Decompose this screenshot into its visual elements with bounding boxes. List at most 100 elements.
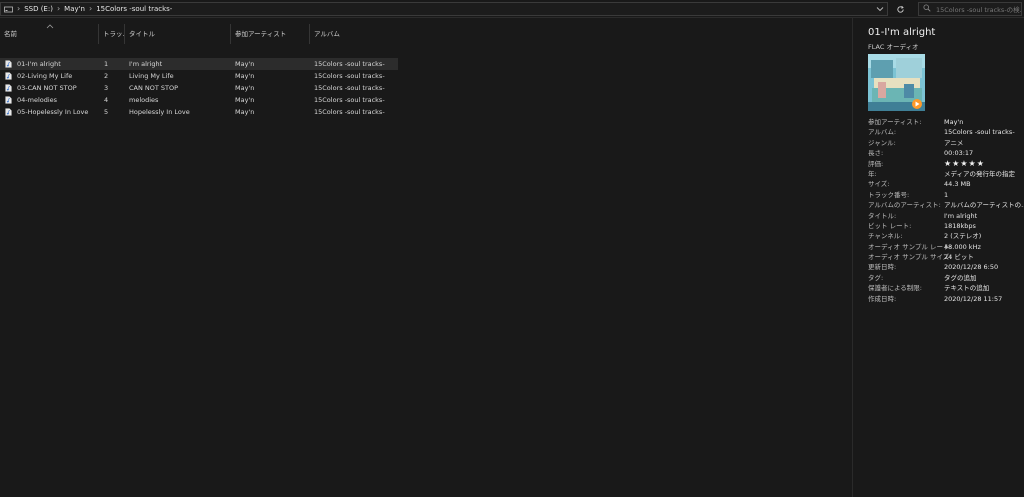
property-label: 評価:	[868, 159, 884, 168]
property-value[interactable]: 44.3 MB	[944, 179, 1024, 189]
details-title: 01-I'm alright	[868, 27, 936, 38]
file-track: 4	[104, 96, 109, 104]
details-file-type: FLAC オーディオ	[868, 43, 919, 51]
property-row: チャンネル: 2 (ステレオ)	[868, 231, 1024, 241]
chevron-right-icon: ›	[56, 4, 61, 13]
property-value[interactable]: 2020/12/28 11:57	[944, 294, 1024, 304]
property-value[interactable]: 2 (ステレオ)	[944, 231, 1024, 241]
file-name: 05-Hopelessly In Love	[17, 108, 89, 116]
file-artist: May'n	[235, 108, 255, 116]
search-input[interactable]: 15Colors -soul tracks-の検...	[918, 2, 1022, 16]
file-album: 15Colors -soul tracks-	[314, 72, 385, 80]
property-value[interactable]: 2020/12/28 6:50	[944, 262, 1024, 272]
column-header-artist[interactable]: 参加アーティスト	[231, 24, 310, 44]
chevron-right-icon: ›	[17, 4, 21, 13]
property-value[interactable]: 1818kbps	[944, 221, 1024, 231]
file-row[interactable]: 05-Hopelessly In Love 5 Hopelessly In Love…	[0, 106, 398, 118]
property-label: 参加アーティスト:	[868, 118, 922, 126]
property-row: 更新日時: 2020/12/28 6:50	[868, 262, 1024, 272]
breadcrumb-item-album[interactable]: 15Colors -soul tracks-	[96, 5, 172, 13]
file-rows: 01-I'm alright 1 I'm alright May'n 15Colors …	[0, 58, 400, 118]
property-value[interactable]: 00:03:17	[944, 148, 1024, 158]
property-value[interactable]: 15Colors -soul tracks-	[944, 127, 1024, 137]
column-header-track[interactable]: トラッ...	[99, 24, 125, 44]
address-bar: › SSD (E:) › May'n › 15Colors -soul trac…	[0, 0, 1024, 18]
breadcrumb-item-drive[interactable]: SSD (E:)	[24, 5, 53, 13]
breadcrumb-item-artist[interactable]: May'n	[64, 5, 85, 13]
file-name: 01-I'm alright	[17, 60, 61, 68]
column-header-name[interactable]: 名前	[0, 24, 99, 44]
file-album: 15Colors -soul tracks-	[314, 108, 385, 116]
property-row: トラック番号: 1	[868, 190, 1024, 200]
property-value[interactable]: アニメ	[944, 138, 1024, 148]
file-track: 1	[104, 60, 109, 68]
property-label: ジャンル:	[868, 138, 896, 147]
search-icon	[923, 4, 931, 14]
column-header-title[interactable]: タイトル	[125, 24, 231, 44]
chevron-down-icon[interactable]	[872, 2, 888, 16]
file-album: 15Colors -soul tracks-	[314, 96, 385, 104]
property-row: 年: メディアの発行年の指定	[868, 169, 1024, 179]
file-track: 5	[104, 108, 109, 116]
file-row[interactable]: 01-I'm alright 1 I'm alright May'n 15Colors …	[0, 58, 398, 70]
property-row: 参加アーティスト: May'n	[868, 117, 1024, 127]
property-row: ビット レート: 1818kbps	[868, 221, 1024, 231]
file-row[interactable]: 03-CAN NOT STOP 3 CAN NOT STOP May'n 15Color…	[0, 82, 398, 94]
property-value[interactable]: アルバムのアーティストの...	[944, 200, 1024, 210]
property-label: トラック番号:	[868, 190, 910, 199]
property-row: サイズ: 44.3 MB	[868, 179, 1024, 189]
audio-file-icon	[5, 108, 12, 116]
audio-file-icon	[5, 96, 12, 104]
property-label: サイズ:	[868, 180, 890, 189]
property-value[interactable]: テキストの追加	[944, 283, 1024, 293]
file-row[interactable]: 04-melodies 4 melodies May'n 15Colors -soul …	[0, 94, 398, 106]
property-value[interactable]: 1	[944, 190, 1024, 200]
audio-file-icon	[5, 72, 12, 80]
property-row: オーディオ サンプル サイズ: 24 ビット	[868, 252, 1024, 262]
search-placeholder: 15Colors -soul tracks-の検...	[936, 6, 1022, 14]
file-track: 3	[104, 84, 109, 92]
drive-icon	[4, 5, 13, 14]
property-value[interactable]: メディアの発行年の指定	[944, 169, 1024, 179]
album-art	[868, 54, 925, 111]
file-artist: May'n	[235, 84, 255, 92]
property-value[interactable]: タグの追加	[944, 273, 1024, 283]
file-title: melodies	[129, 96, 159, 104]
property-label: タイトル:	[868, 211, 897, 220]
property-label: アルバムのアーティスト:	[868, 201, 941, 210]
rating-stars[interactable]: ★★★★★	[944, 159, 1024, 169]
property-label: ビット レート:	[868, 221, 912, 230]
property-label: 更新日時:	[868, 263, 897, 272]
file-name: 04-melodies	[17, 96, 58, 104]
property-value[interactable]: 24 ビット	[944, 252, 1024, 262]
property-row: ジャンル: アニメ	[868, 138, 1024, 148]
property-label: 保護者による制限:	[868, 284, 922, 293]
file-row[interactable]: 02-Living My Life 2 Living My Life May'n 15C…	[0, 70, 398, 82]
property-label: 作成日時:	[868, 294, 897, 303]
property-label: 長さ:	[868, 149, 884, 158]
properties-list: 参加アーティスト: May'n アルバム: 15Colors -soul tracks…	[868, 117, 1024, 304]
file-name: 02-Living My Life	[17, 72, 73, 80]
breadcrumb[interactable]: › SSD (E:) › May'n › 15Colors -soul trac…	[0, 2, 888, 16]
property-value[interactable]: May'n	[944, 117, 1024, 127]
audio-file-icon	[5, 84, 12, 92]
property-row: 作成日時: 2020/12/28 11:57	[868, 294, 1024, 304]
property-row: アルバム: 15Colors -soul tracks-	[868, 127, 1024, 137]
details-pane: 01-I'm alright FLAC オーディオ 参加アーティスト: May'n…	[852, 18, 1024, 497]
chevron-right-icon: ›	[89, 4, 93, 13]
property-label: タグ:	[868, 273, 884, 282]
file-track: 2	[104, 72, 109, 80]
property-label: オーディオ サンプル サイズ:	[868, 253, 952, 262]
column-header-album[interactable]: アルバム	[310, 24, 400, 44]
property-label: 年:	[868, 169, 877, 178]
property-row: 保護者による制限: テキストの追加	[868, 283, 1024, 293]
file-title: Hopelessly In Love	[129, 108, 190, 116]
audio-file-icon	[5, 60, 12, 68]
file-name: 03-CAN NOT STOP	[17, 84, 77, 92]
file-title: I'm alright	[129, 60, 163, 68]
refresh-icon[interactable]	[892, 2, 908, 16]
property-value[interactable]: 48.000 kHz	[944, 242, 1024, 252]
property-value[interactable]: I'm alright	[944, 211, 1024, 221]
property-row: 長さ: 00:03:17	[868, 148, 1024, 158]
file-explorer-window: › SSD (E:) › May'n › 15Colors -soul trac…	[0, 0, 1024, 497]
